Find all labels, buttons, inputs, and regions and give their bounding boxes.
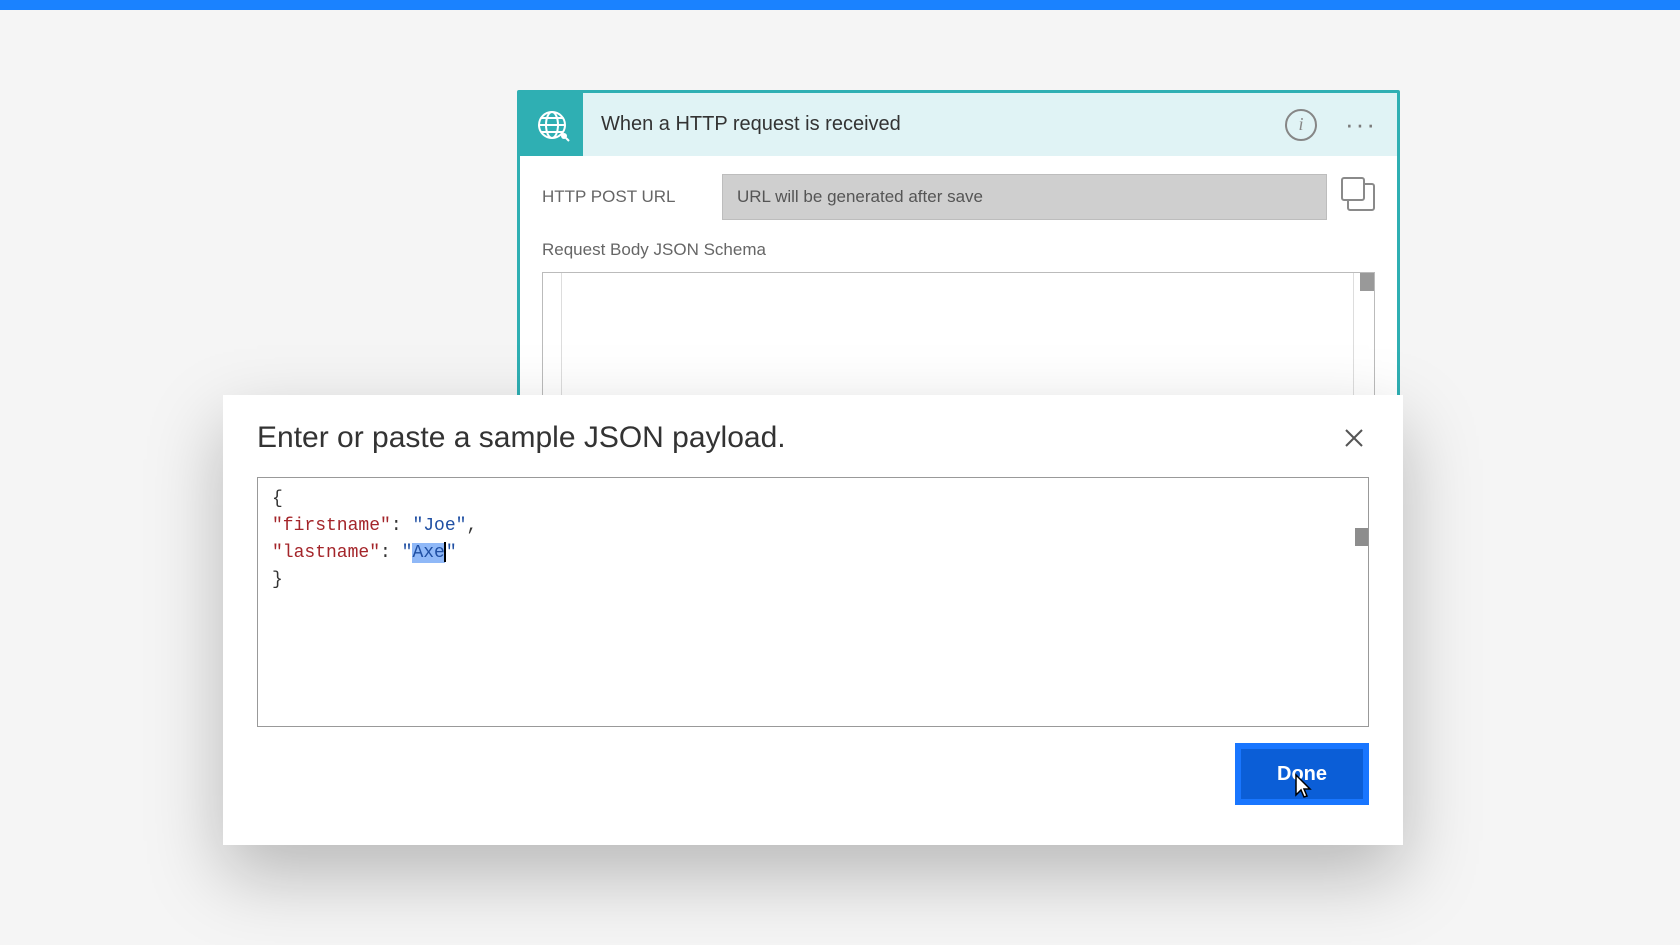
globe-icon xyxy=(534,107,570,143)
json-brace-open: { xyxy=(272,489,283,509)
modal-title: Enter or paste a sample JSON payload. xyxy=(257,421,786,455)
json-key-firstname: "firstname" xyxy=(272,516,391,536)
quote: " xyxy=(402,543,413,563)
more-options-icon[interactable]: ··· xyxy=(1339,109,1383,140)
schema-textarea[interactable] xyxy=(542,272,1375,412)
http-trigger-icon xyxy=(520,93,583,156)
info-icon[interactable]: i xyxy=(1285,109,1317,141)
http-url-placeholder: URL will be generated after save xyxy=(737,187,983,207)
http-trigger-card: When a HTTP request is received i ··· HT… xyxy=(517,90,1400,425)
modal-footer: Done xyxy=(257,743,1369,805)
http-url-field: URL will be generated after save xyxy=(722,174,1327,220)
app-top-accent-bar xyxy=(0,0,1680,10)
comma: , xyxy=(466,516,477,536)
json-val-firstname: "Joe" xyxy=(412,516,466,536)
trigger-body: HTTP POST URL URL will be generated afte… xyxy=(520,156,1397,422)
schema-label: Request Body JSON Schema xyxy=(542,240,1375,260)
colon: : xyxy=(391,516,413,536)
colon: : xyxy=(380,543,402,563)
modal-header: Enter or paste a sample JSON payload. xyxy=(257,421,1369,455)
done-button[interactable]: Done xyxy=(1241,749,1363,799)
copy-url-icon[interactable] xyxy=(1347,183,1375,211)
close-icon[interactable] xyxy=(1339,423,1369,453)
sample-payload-modal: Enter or paste a sample JSON payload. { … xyxy=(223,395,1403,845)
done-button-highlight: Done xyxy=(1235,743,1369,805)
http-url-label: HTTP POST URL xyxy=(542,187,702,207)
quote: " xyxy=(446,543,457,563)
json-key-lastname: "lastname" xyxy=(272,543,380,563)
trigger-header[interactable]: When a HTTP request is received i ··· xyxy=(520,93,1397,156)
trigger-title: When a HTTP request is received xyxy=(601,113,1285,136)
json-brace-close: } xyxy=(272,570,283,590)
http-url-row: HTTP POST URL URL will be generated afte… xyxy=(542,174,1375,220)
json-payload-editor[interactable]: { "firstname": "Joe", "lastname": "Axe" … xyxy=(257,477,1369,727)
editor-scrollbar-thumb[interactable] xyxy=(1355,528,1368,546)
json-val-lastname-selected: Axe xyxy=(412,543,444,563)
